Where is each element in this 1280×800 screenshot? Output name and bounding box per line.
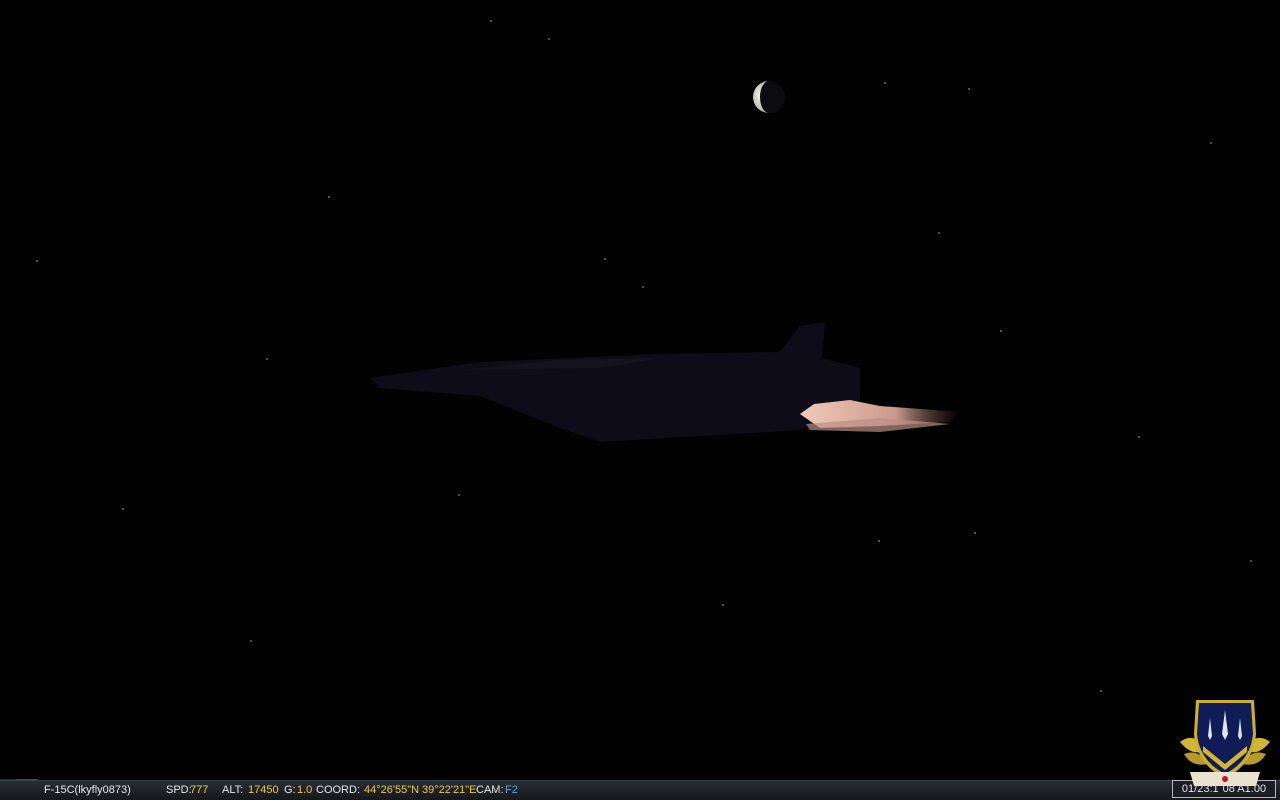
star <box>1138 436 1140 438</box>
star <box>1100 690 1102 692</box>
aircraft-label: F-15C(lkyfly0873) <box>44 784 131 796</box>
altitude-value: 17450 <box>248 784 279 796</box>
g-value: 1.0 <box>297 784 313 796</box>
altitude-label: ALT: <box>222 784 244 796</box>
speed-label: SPD: <box>166 784 192 796</box>
crescent-moon-icon <box>753 81 785 113</box>
star <box>884 82 886 84</box>
star <box>878 540 880 542</box>
star <box>974 532 976 534</box>
star <box>548 38 550 40</box>
star <box>36 260 38 262</box>
star <box>122 508 124 510</box>
star <box>250 640 252 642</box>
status-bar: F-15C(lkyfly0873) SPD: 777 ALT: 17450 G:… <box>0 780 1280 800</box>
game-viewport[interactable] <box>0 0 1280 780</box>
star <box>642 286 644 288</box>
star <box>722 604 724 606</box>
camera-value: F2 <box>505 784 518 796</box>
fighter-jet <box>370 322 960 442</box>
star <box>1000 330 1002 332</box>
star <box>938 232 940 234</box>
star <box>266 358 268 360</box>
squadron-emblem-icon <box>1180 700 1270 786</box>
star <box>490 20 492 22</box>
latitude-value: 44°26'55"N <box>364 784 420 796</box>
g-label: G: <box>284 784 296 796</box>
star <box>328 196 330 198</box>
star <box>604 258 606 260</box>
longitude-value: 39°22'21"E <box>422 784 477 796</box>
speed-value: 777 <box>190 784 209 796</box>
coord-label: COORD: <box>316 784 360 796</box>
star <box>1210 142 1212 144</box>
star <box>1250 560 1252 562</box>
star <box>968 88 970 90</box>
star <box>458 494 460 496</box>
camera-label: CAM: <box>476 784 504 796</box>
